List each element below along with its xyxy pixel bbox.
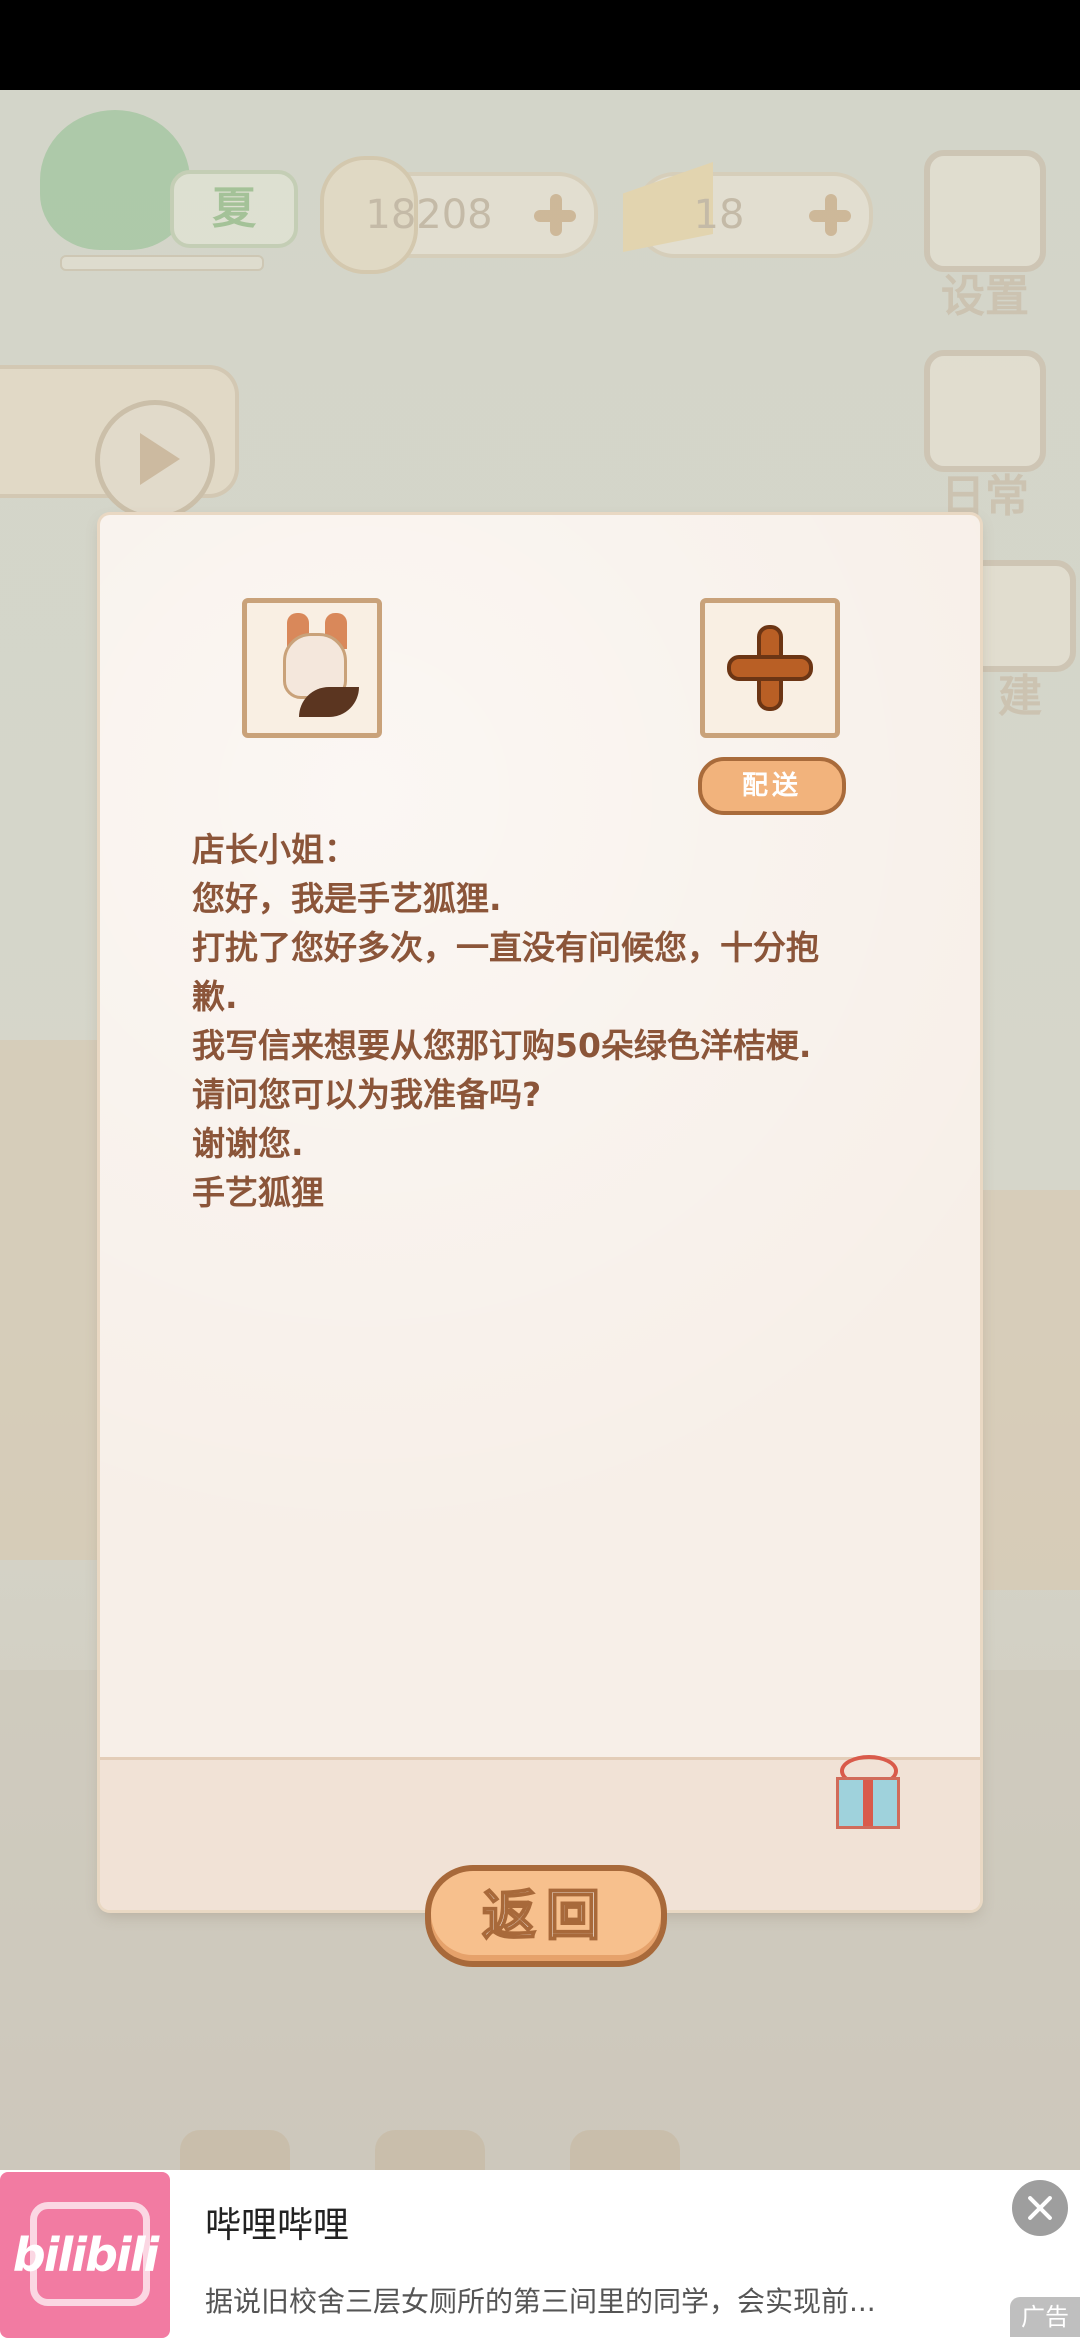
ad-tag: 广告	[1010, 2297, 1080, 2337]
bilibili-logo[interactable]: bilibili	[0, 2172, 170, 2338]
close-icon[interactable]	[1012, 2180, 1068, 2236]
plus-icon	[725, 623, 815, 713]
letter-line: 我写信来想要从您那订购50朵绿色洋桔梗.	[192, 1026, 812, 1065]
hammer-icon	[964, 560, 1076, 672]
play-video-icon[interactable]	[95, 400, 215, 520]
letter-body: 店长小姐： 您好，我是手艺狐狸. 打扰了您好多次，一直没有问候您，十分抱 歉. …	[192, 825, 912, 1217]
add-cheese-button[interactable]	[805, 190, 855, 240]
fish-count: 18208	[365, 192, 493, 238]
bottom-toolbar	[180, 2130, 900, 2214]
tree-icon	[40, 110, 190, 250]
letter-line: 谢谢您.	[192, 1124, 304, 1163]
requested-item-slot[interactable]	[242, 598, 382, 738]
notepad-icon	[924, 350, 1046, 472]
deliver-button[interactable]: 配送	[698, 757, 846, 815]
cheese-currency: 18	[623, 162, 873, 258]
toolbar-item[interactable]	[375, 2130, 486, 2170]
ad-description: 据说旧校舍三层女厕所的第三间里的同学，会实现前...	[205, 2285, 876, 2318]
ad-title: 哔哩哔哩	[205, 2205, 350, 2246]
letter-line: 打扰了您好多次，一直没有问候您，十分抱	[192, 928, 819, 967]
gift-icon[interactable]	[830, 1755, 900, 1829]
fish-currency: 18208	[320, 156, 598, 274]
letter-dialog: 配送 店长小姐： 您好，我是手艺狐狸. 打扰了您好多次，一直没有问候您，十分抱 …	[100, 515, 980, 1910]
add-fish-button[interactable]	[530, 190, 580, 240]
gear-icon	[924, 150, 1046, 272]
back-button[interactable]: 返回	[425, 1865, 667, 1967]
add-item-slot[interactable]	[700, 598, 840, 738]
toolbar-item[interactable]	[180, 2130, 290, 2170]
status-bar	[0, 0, 1080, 90]
craft-fox-icon	[265, 613, 359, 721]
background-house-right	[970, 1190, 1080, 1590]
settings-label: 设置	[941, 271, 1029, 322]
letter-line: 您好，我是手艺狐狸.	[192, 879, 502, 918]
letter-line: 请问您可以为我准备吗?	[192, 1075, 542, 1114]
letter-line: 歉.	[192, 977, 238, 1016]
ad-banner[interactable]: bilibili 哔哩哔哩 据说旧校舍三层女厕所的第三间里的同学，会实现前...…	[0, 2170, 1080, 2340]
daily-button[interactable]: 日常	[920, 350, 1050, 522]
season-progress-bar	[60, 255, 264, 271]
settings-button[interactable]: 设置	[920, 150, 1050, 322]
logo-text: bilibili	[12, 2228, 159, 2282]
background-house-left	[0, 1040, 110, 1560]
season-label: 夏	[170, 170, 298, 248]
cheese-count: 18	[693, 192, 745, 238]
letter-line: 手艺狐狸	[192, 1173, 324, 1212]
toolbar-item[interactable]	[570, 2130, 681, 2170]
letter-line: 店长小姐：	[192, 830, 357, 869]
season-badge[interactable]: 夏	[40, 110, 298, 271]
